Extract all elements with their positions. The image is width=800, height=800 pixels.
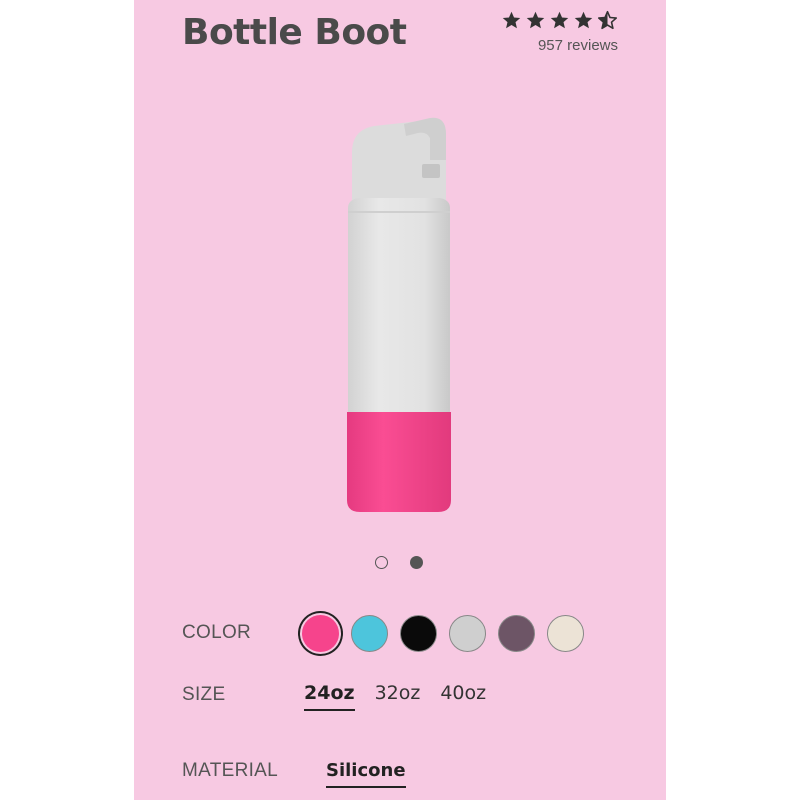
size-option[interactable]: 24oz	[304, 682, 355, 711]
color-swatch[interactable]	[400, 615, 437, 652]
size-option[interactable]: 32oz	[375, 682, 421, 711]
star-icon	[550, 11, 569, 29]
star-icon	[574, 11, 593, 29]
bottle-image	[347, 117, 451, 512]
color-swatch[interactable]	[302, 615, 339, 652]
half-star-icon	[597, 10, 618, 30]
star-rating	[501, 10, 618, 31]
color-swatch[interactable]	[547, 615, 584, 652]
star-icon	[526, 11, 545, 29]
color-swatch[interactable]	[498, 615, 535, 652]
product-title: Bottle Boot	[182, 12, 407, 53]
product-panel: Bottle Boot 957 reviews COLOR SIZE 24oz …	[134, 0, 666, 800]
size-label: SIZE	[182, 684, 226, 705]
color-swatches	[302, 615, 584, 652]
size-options: 24oz 32oz 40oz	[304, 682, 486, 711]
size-option[interactable]: 40oz	[440, 682, 486, 711]
material-label: MATERIAL	[182, 760, 279, 781]
carousel-dot[interactable]	[375, 556, 388, 569]
rating-block[interactable]: 957 reviews	[501, 10, 618, 54]
color-label: COLOR	[182, 622, 252, 643]
star-icon	[502, 11, 521, 29]
carousel-dots	[375, 556, 423, 569]
material-option-selected[interactable]: Silicone	[326, 760, 406, 788]
color-swatch[interactable]	[449, 615, 486, 652]
review-count-link[interactable]: 957 reviews	[501, 37, 618, 54]
carousel-dot-active[interactable]	[410, 556, 423, 569]
color-swatch[interactable]	[351, 615, 388, 652]
